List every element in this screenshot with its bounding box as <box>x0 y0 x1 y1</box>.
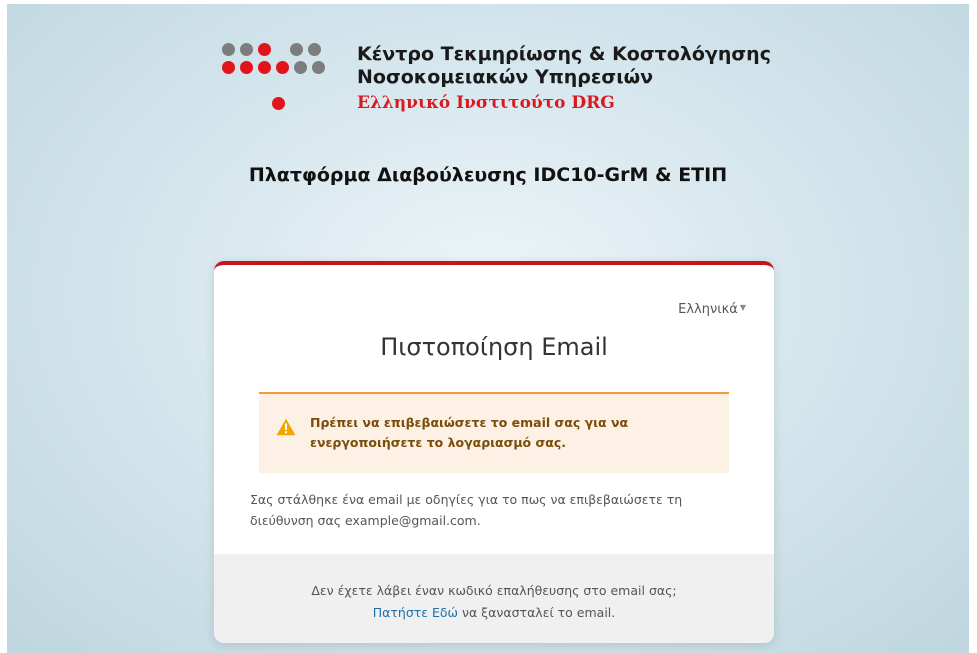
alert-message: Πρέπει να επιβεβαιώσετε το email σας για… <box>310 415 629 450</box>
language-label: Ελληνικά <box>678 302 738 317</box>
resend-line: Πατήστε Εδώ να ξανασταλεί το email. <box>214 605 774 620</box>
platform-title: Πλατφόρμα Διαβούλευσης IDC10-GrM & ΕΤΙΠ <box>248 164 728 186</box>
institute-logo: Κέντρο Τεκμηρίωσης & Κοστολόγησης Νοσοκο… <box>222 38 842 148</box>
verification-card: Ελληνικά ▼ Πιστοποίηση Email Πρέπει να επ… <box>214 261 774 643</box>
chevron-down-icon: ▼ <box>739 303 746 312</box>
logo-dot <box>222 61 235 74</box>
language-selector[interactable]: Ελληνικά ▼ <box>678 302 746 317</box>
logo-dot <box>308 43 321 56</box>
logo-dot <box>312 61 325 74</box>
resend-link[interactable]: Πατήστε Εδώ <box>373 605 458 620</box>
instructions-text: Σας στάλθηκε ένα email με οδηγίες για το… <box>250 492 683 528</box>
resend-suffix: να ξανασταλεί το email. <box>458 605 616 620</box>
logo-dot <box>290 43 303 56</box>
logo-dot <box>272 97 285 110</box>
logo-dot <box>240 61 253 74</box>
logo-dot <box>222 43 235 56</box>
logo-dot <box>258 61 271 74</box>
warning-alert: Πρέπει να επιβεβαιώσετε το email σας για… <box>259 392 729 473</box>
logo-dot <box>258 43 271 56</box>
logo-dot <box>294 61 307 74</box>
card-footer: Δεν έχετε λάβει έναν κωδικό επαλήθευσης … <box>214 554 774 643</box>
logo-dot <box>240 43 253 56</box>
logo-dot <box>276 61 289 74</box>
page-title: Πιστοποίηση Email <box>380 333 608 361</box>
warning-icon <box>276 418 296 436</box>
logo-line-1: Κέντρο Τεκμηρίωσης & Κοστολόγησης <box>357 43 771 65</box>
resend-question: Δεν έχετε λάβει έναν κωδικό επαλήθευσης … <box>311 583 677 598</box>
logo-line-2: Νοσοκομειακών Υπηρεσιών <box>357 66 654 88</box>
logo-line-3: Ελληνικό Ινστιτούτο DRG <box>357 93 615 113</box>
page-background: Κέντρο Τεκμηρίωσης & Κοστολόγησης Νοσοκο… <box>7 4 969 653</box>
